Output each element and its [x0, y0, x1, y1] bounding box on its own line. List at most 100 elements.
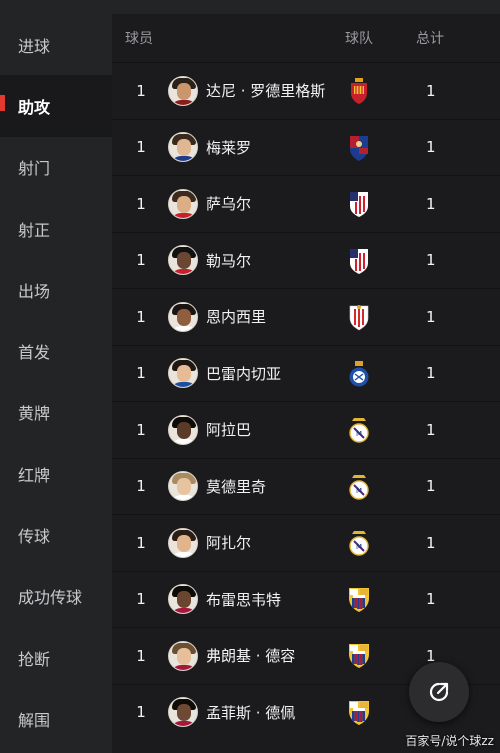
sidebar-item-label: 成功传球: [18, 588, 83, 608]
total-value: 1: [426, 590, 436, 609]
total-value: 1: [426, 420, 436, 439]
sidebar-item-label: 射门: [18, 159, 51, 179]
player-avatar: [168, 132, 198, 163]
column-header-player: 球员: [125, 31, 153, 47]
rank: 1: [136, 533, 146, 552]
total-value: 1: [426, 364, 436, 383]
player-avatar: [168, 640, 198, 671]
rank: 1: [136, 477, 146, 496]
sidebar-item-yellow-cards[interactable]: 黄牌: [0, 382, 112, 443]
player-avatar: [168, 75, 198, 106]
player-name: 勒马尔: [206, 251, 252, 270]
sevilla-crest-icon: [349, 305, 369, 331]
player-name: 巴雷内切亚: [206, 364, 282, 383]
column-header-team: 球队: [345, 31, 373, 47]
sidebar-item-label: 首发: [18, 343, 51, 363]
player-avatar: [168, 584, 198, 615]
svg-text:M: M: [356, 487, 362, 495]
table-row[interactable]: 1 萨乌尔 1: [112, 175, 500, 232]
table-row[interactable]: 1 勒马尔 1: [112, 231, 500, 289]
total-value: 1: [426, 138, 436, 157]
total-value: 1: [426, 194, 436, 213]
sidebar-item-label: 助攻: [18, 97, 51, 117]
table-row[interactable]: 1 莫德里奇 M 1: [112, 457, 500, 515]
rank: 1: [136, 138, 146, 157]
sidebar-item-label: 抢断: [18, 649, 51, 669]
total-value: 1: [426, 251, 436, 270]
sidebar-item-label: 出场: [18, 281, 51, 301]
atletico-crest-icon: [350, 192, 368, 217]
total-value: 1: [426, 81, 436, 100]
sidebar-item-label: 黄牌: [18, 404, 51, 424]
real-madrid-crest-icon: M: [349, 531, 369, 556]
player-avatar: [168, 301, 198, 332]
rank: 1: [136, 81, 146, 100]
stats-table: 球员 球队 总计 1 达尼 · 罗德里格斯 1 1 梅莱罗 1 1 萨乌尔 1 …: [112, 14, 500, 753]
table-row[interactable]: 1 梅莱罗 1: [112, 118, 500, 176]
player-avatar: [168, 245, 198, 276]
sidebar-item-successful-passes[interactable]: 成功传球: [0, 566, 112, 627]
player-avatar: [168, 358, 198, 389]
svg-text:M: M: [356, 430, 362, 438]
sidebar-item-assists[interactable]: 助攻: [0, 75, 112, 137]
table-row[interactable]: 1 布雷思韦特 1: [112, 570, 500, 628]
table-row[interactable]: 1 阿拉巴 M 1: [112, 401, 500, 458]
sidebar-item-appearances[interactable]: 出场: [0, 259, 112, 320]
sidebar-item-shots[interactable]: 射门: [0, 137, 112, 198]
atletico-crest-icon: [350, 248, 368, 274]
player-avatar: [168, 527, 198, 558]
sidebar-item-clearances[interactable]: 解围: [0, 688, 112, 749]
rank: 1: [136, 364, 146, 383]
sidebar-item-shots-on-target[interactable]: 射正: [0, 198, 112, 259]
rank: 1: [136, 194, 146, 213]
barcelona-crest-icon: [349, 700, 369, 725]
player-name: 恩内西里: [206, 308, 267, 327]
share-icon: [429, 682, 449, 702]
rank: 1: [136, 420, 146, 439]
share-button[interactable]: [409, 662, 469, 722]
player-avatar: [168, 697, 198, 728]
player-name: 阿拉巴: [206, 421, 252, 440]
sidebar-item-label: 解围: [18, 710, 51, 730]
barcelona-crest-icon: [349, 587, 369, 612]
sidebar-item-label: 射正: [18, 220, 51, 240]
sidebar-item-red-cards[interactable]: 红牌: [0, 443, 112, 504]
rank: 1: [136, 646, 146, 665]
sidebar-item-tackles[interactable]: 抢断: [0, 627, 112, 688]
real-madrid-crest-icon: M: [349, 474, 369, 500]
sidebar-item-starts[interactable]: 首发: [0, 320, 112, 381]
table-header: 球员 球队 总计: [112, 14, 500, 62]
column-header-total: 总计: [416, 31, 444, 47]
sidebar-item-passes[interactable]: 传球: [0, 504, 112, 565]
table-row[interactable]: 1 巴雷内切亚 1: [112, 344, 500, 402]
player-name: 布雷思韦特: [206, 590, 282, 609]
table-row[interactable]: 1 恩内西里 1: [112, 288, 500, 345]
barcelona-crest-icon: [349, 644, 369, 668]
sidebar-item-label: 传球: [18, 527, 51, 547]
player-name: 梅莱罗: [206, 138, 252, 157]
total-value: 1: [426, 533, 436, 552]
table-row[interactable]: 1 阿扎尔 M 1: [112, 514, 500, 571]
player-name: 达尼 · 罗德里格斯: [206, 82, 326, 101]
player-avatar: [168, 471, 198, 502]
sidebar-item-goals[interactable]: 进球: [0, 14, 112, 75]
real-sociedad-crest-icon: [349, 360, 369, 386]
levante-crest-icon: [350, 135, 368, 161]
rank: 1: [136, 590, 146, 609]
mallorca-crest-icon: [351, 78, 367, 104]
player-name: 弗朗基 · 德容: [206, 647, 296, 666]
total-value: 1: [426, 307, 436, 326]
stat-category-sidebar: 进球 助攻 射门 射正 出场 首发 黄牌 红牌 传球 成功传球 抢断 解围: [0, 14, 112, 753]
real-madrid-crest-icon: M: [349, 418, 369, 443]
player-name: 莫德里奇: [206, 477, 267, 496]
player-avatar: [168, 414, 198, 445]
table-row[interactable]: 1 达尼 · 罗德里格斯 1: [112, 62, 500, 119]
top-bar: [0, 0, 500, 14]
rank: 1: [136, 251, 146, 270]
player-avatar: [168, 188, 198, 219]
sidebar-item-label: 红牌: [18, 465, 51, 485]
rank: 1: [136, 307, 146, 326]
player-name: 阿扎尔: [206, 534, 252, 553]
player-name: 萨乌尔: [206, 195, 252, 214]
total-value: 1: [426, 477, 436, 496]
